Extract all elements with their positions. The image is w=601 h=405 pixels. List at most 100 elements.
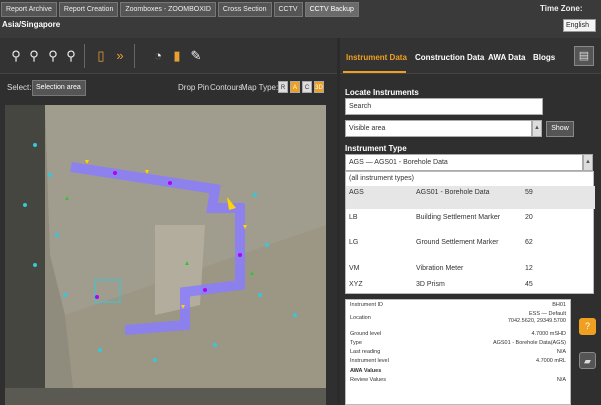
map-marker[interactable]	[113, 171, 117, 175]
option-code: XYZ	[349, 281, 363, 288]
detail-label: Ground level	[350, 331, 382, 337]
map-marker[interactable]	[213, 343, 217, 347]
map-type-a[interactable]: A	[290, 81, 300, 93]
aerial-map	[5, 105, 326, 405]
tab-instrument-data[interactable]: Instrument Data	[346, 53, 407, 62]
detail-label: Instrument ID	[350, 302, 384, 308]
option-count: 20	[525, 214, 533, 221]
detail-value: 4.7000 mSHD	[531, 331, 566, 337]
option-count: 45	[525, 281, 533, 288]
zoom-out-icon[interactable]: ⚲	[26, 47, 42, 65]
map-marker[interactable]	[98, 348, 102, 352]
area-select-arrow-icon[interactable]: ▲	[532, 120, 542, 137]
map-marker[interactable]	[95, 295, 99, 299]
option-name: AGS01 - Borehole Data	[416, 189, 490, 196]
dropdown-option[interactable]: VM Vibration Meter 12	[346, 262, 595, 276]
map-marker[interactable]	[33, 143, 37, 147]
map-marker[interactable]	[33, 263, 37, 267]
instrument-details: Instrument ID BH01 Location ESS — Default …	[345, 299, 571, 405]
map-type-3d[interactable]: 3D	[314, 81, 324, 93]
option-name: 3D Prism	[416, 281, 445, 288]
map-type-c[interactable]: C	[302, 81, 312, 93]
pencil-icon[interactable]: ✎	[188, 47, 204, 65]
layers-icon[interactable]: ▯	[93, 47, 109, 65]
tab-cctv-backup[interactable]: CCTV Backup	[304, 2, 359, 17]
select-label: Select:	[7, 83, 32, 92]
help-icon[interactable]: ?	[579, 318, 596, 335]
dropdown-option[interactable]: XYZ 3D Prism 45	[346, 278, 595, 292]
map-view[interactable]	[5, 105, 326, 405]
instrument-type-input[interactable]: AGS — AGS01 - Borehole Data	[345, 154, 583, 171]
tab-report-creation[interactable]: Report Creation	[58, 2, 119, 17]
dropdown-option[interactable]: LG Ground Settlement Marker 62	[346, 236, 595, 259]
zoom-extent-icon[interactable]: ⚲	[45, 47, 61, 65]
tab-blogs[interactable]: Blogs	[533, 53, 555, 62]
map-marker[interactable]	[203, 288, 207, 292]
folder-icon[interactable]: ▰	[579, 352, 596, 369]
detail-label: Location	[350, 315, 371, 321]
option-count: 12	[525, 265, 533, 272]
map-marker[interactable]	[55, 233, 59, 237]
dropdown-option[interactable]: (all instrument types)	[346, 172, 595, 186]
detail-row: Location ESS — Default 7042.5620, 29349.5…	[348, 311, 568, 327]
dropdown-option[interactable]: AGS AGS01 - Borehole Data 59	[346, 186, 595, 209]
tab-zoomboxes[interactable]: Zoomboxes - ZOOMBOXID	[120, 2, 216, 17]
instrument-type-arrow-icon[interactable]: ▲	[583, 154, 593, 171]
map-marker[interactable]	[258, 293, 262, 297]
tab-cctv[interactable]: CCTV	[273, 2, 303, 17]
pin-icon[interactable]: ▮	[169, 47, 185, 65]
map-marker[interactable]	[23, 203, 27, 207]
toolbar-divider	[84, 44, 85, 68]
tab-construction-data[interactable]: Construction Data	[415, 53, 484, 62]
double-chevron-icon[interactable]: »	[112, 47, 128, 65]
toolbar-divider	[134, 44, 135, 68]
drop-pin-toggle[interactable]: Drop Pin	[178, 83, 209, 92]
locate-title: Locate Instruments	[345, 88, 419, 97]
instrument-type-dropdown: (all instrument types) AGS AGS01 - Boreh…	[345, 171, 595, 294]
option-code: (all instrument types)	[349, 175, 414, 182]
contours-toggle[interactable]: Contours	[210, 83, 242, 92]
timezone-label: Time Zone:	[540, 4, 583, 13]
option-count: 62	[525, 239, 533, 246]
dropdown-option[interactable]: LB Building Settlement Marker 20	[346, 211, 595, 234]
search-input[interactable]: Search	[345, 98, 543, 115]
map-marker[interactable]	[63, 293, 67, 297]
bulb-icon[interactable]: ◔	[150, 47, 166, 65]
map-marker[interactable]	[153, 358, 157, 362]
option-count: 59	[525, 189, 533, 196]
map-toolbar: ⚲ ⚲ ⚲ ⚲ ▯ » ◔ ▮ ✎	[0, 38, 337, 74]
map-marker[interactable]	[168, 181, 172, 185]
map-marker[interactable]	[293, 313, 297, 317]
selection-area-button[interactable]: Selection area	[32, 80, 86, 96]
map-marker[interactable]	[265, 243, 269, 247]
map-type-r[interactable]: R	[278, 81, 288, 93]
detail-label: Review Values	[350, 377, 386, 383]
active-tab-underline	[343, 71, 406, 73]
option-name: Vibration Meter	[416, 265, 464, 272]
map-marker[interactable]	[48, 173, 52, 177]
option-code: LG	[349, 239, 359, 246]
tab-awa-data[interactable]: AWA Data	[488, 53, 526, 62]
map-type-label: Map Type:	[241, 83, 279, 92]
tab-report-archive[interactable]: Report Archive	[1, 2, 57, 17]
map-marker[interactable]	[238, 253, 242, 257]
instrument-type-title: Instrument Type	[345, 144, 407, 153]
timezone-select[interactable]: English	[563, 19, 596, 32]
show-button[interactable]: Show	[546, 121, 574, 137]
map-marker[interactable]	[253, 193, 257, 197]
detail-value: ESS — Default 7042.5620, 29349.5700	[507, 311, 566, 324]
area-select[interactable]: Visible area	[345, 120, 532, 137]
detail-value: BH01	[552, 302, 566, 308]
tab-cross-section[interactable]: Cross Section	[217, 2, 272, 17]
option-name: Ground Settlement Marker	[416, 239, 499, 246]
select-row: Select: Selection area Drop Pin Contours…	[0, 80, 337, 98]
option-code: AGS	[349, 189, 364, 196]
option-code: LB	[349, 214, 358, 221]
top-tabs: Report Archive Report Creation Zoomboxes…	[1, 2, 359, 17]
zoom-previous-icon[interactable]: ⚲	[63, 47, 79, 65]
detail-label: Last reading	[350, 349, 381, 355]
zoom-in-icon[interactable]: ⚲	[8, 47, 24, 65]
report-icon[interactable]: ▤	[574, 46, 594, 66]
detail-label: Type	[350, 340, 362, 346]
detail-label: AWA Values	[350, 368, 382, 374]
